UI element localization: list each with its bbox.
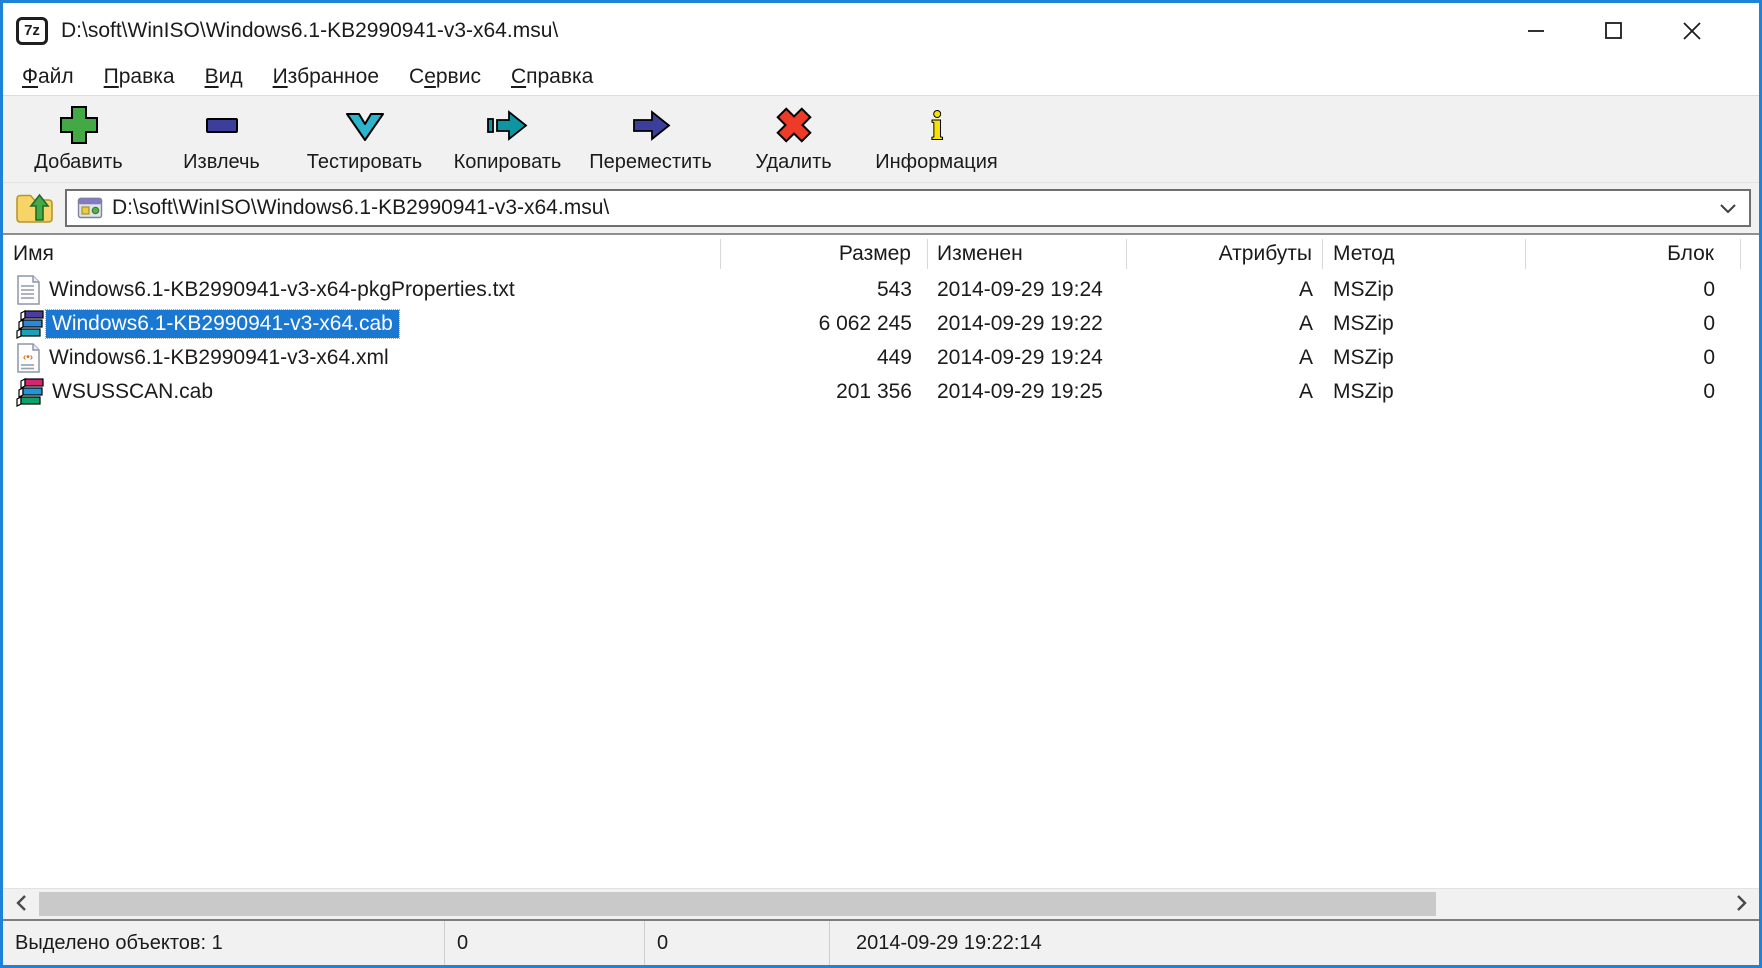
file-block: 0 xyxy=(1526,307,1741,341)
scroll-right-icon xyxy=(1736,894,1747,915)
list-empty-area xyxy=(3,409,1759,888)
file-size: 543 xyxy=(721,273,928,307)
menu-favorites[interactable]: Избранное xyxy=(258,60,394,94)
app-logo-7z-icon: 7z xyxy=(16,17,48,45)
file-size: 449 xyxy=(721,341,928,375)
file-attributes: A xyxy=(1127,307,1323,341)
file-modified: 2014-09-29 19:24 xyxy=(928,341,1127,375)
file-modified: 2014-09-29 19:24 xyxy=(928,273,1127,307)
copy-arrow-icon xyxy=(486,105,530,147)
table-row[interactable]: ‹•› Windows6.1-KB2990941-v3-x64.xml 449 … xyxy=(3,341,1759,375)
add-plus-icon xyxy=(57,105,101,147)
horizontal-scrollbar[interactable] xyxy=(3,888,1759,919)
extract-minus-icon xyxy=(200,105,244,147)
file-attributes: A xyxy=(1127,273,1323,307)
file-attributes: A xyxy=(1127,375,1323,409)
table-row[interactable]: Windows6.1-KB2990941-v3-x64-pkgPropertie… xyxy=(3,273,1759,307)
menu-help[interactable]: Справка xyxy=(496,60,608,94)
delete-x-icon xyxy=(772,105,816,147)
add-button[interactable]: Добавить xyxy=(7,98,150,180)
test-button[interactable]: Тестировать xyxy=(293,98,436,180)
file-method: MSZip xyxy=(1323,375,1526,409)
svg-text:‹•›: ‹•› xyxy=(23,352,33,363)
file-size: 6 062 245 xyxy=(721,307,928,341)
file-name: Windows6.1-KB2990941-v3-x64-pkgPropertie… xyxy=(43,276,521,304)
status-selected-objects: Выделено объектов: 1 xyxy=(3,921,444,965)
menu-view[interactable]: Вид xyxy=(190,60,258,94)
file-block: 0 xyxy=(1526,375,1741,409)
scroll-left-icon xyxy=(16,894,27,915)
file-list: Имя Размер Изменен Атрибуты Метод Блок W… xyxy=(3,235,1759,888)
file-name: WSUSSCAN.cab xyxy=(46,378,219,406)
column-header-attributes[interactable]: Атрибуты xyxy=(1127,239,1323,269)
status-value-1: 0 xyxy=(444,921,644,965)
address-path: D:\soft\WinISO\Windows6.1-KB2990941-v3-x… xyxy=(112,196,1711,220)
file-method: MSZip xyxy=(1323,273,1526,307)
cab-archive-icon xyxy=(16,309,44,339)
column-header-name[interactable]: Имя xyxy=(3,239,721,269)
info-button[interactable]: i Информация xyxy=(865,98,1008,180)
svg-text:i: i xyxy=(931,105,942,147)
close-icon xyxy=(1680,19,1704,43)
file-block: 0 xyxy=(1526,341,1741,375)
column-header-size[interactable]: Размер xyxy=(721,239,928,269)
window-controls xyxy=(1497,3,1759,58)
address-combobox[interactable]: D:\soft\WinISO\Windows6.1-KB2990941-v3-x… xyxy=(65,189,1751,227)
delete-button[interactable]: Удалить xyxy=(722,98,865,180)
table-row-selected[interactable]: Windows6.1-KB2990941-v3-x64.cab 6 062 24… xyxy=(3,307,1759,341)
table-row[interactable]: WSUSSCAN.cab 201 356 2014-09-29 19:25 A … xyxy=(3,375,1759,409)
parent-folder-button[interactable] xyxy=(11,187,57,229)
status-bar: Выделено объектов: 1 0 0 2014-09-29 19:2… xyxy=(3,919,1759,965)
menu-tools[interactable]: Сервис xyxy=(394,60,496,94)
title-bar: 7z D:\soft\WinISO\Windows6.1-KB2990941-v… xyxy=(3,3,1759,58)
file-modified: 2014-09-29 19:25 xyxy=(928,375,1127,409)
copy-button[interactable]: Копировать xyxy=(436,98,579,180)
file-name: Windows6.1-KB2990941-v3-x64.xml xyxy=(43,344,395,372)
file-size: 201 356 xyxy=(721,375,928,409)
minimize-icon xyxy=(1524,19,1548,43)
scroll-left-button[interactable] xyxy=(5,889,37,919)
file-modified: 2014-09-29 19:22 xyxy=(928,307,1127,341)
scroll-right-button[interactable] xyxy=(1725,889,1757,919)
text-file-icon xyxy=(16,275,41,305)
close-button[interactable] xyxy=(1653,3,1731,58)
list-header: Имя Размер Изменен Атрибуты Метод Блок xyxy=(3,235,1759,273)
msu-archive-icon xyxy=(77,195,103,221)
xml-file-icon: ‹•› xyxy=(16,343,41,373)
menu-file[interactable]: Файл xyxy=(7,60,89,94)
column-header-block[interactable]: Блок xyxy=(1526,239,1741,269)
maximize-button[interactable] xyxy=(1575,3,1653,58)
maximize-icon xyxy=(1602,19,1626,43)
toolbar: Добавить Извлечь Тестировать Копировать … xyxy=(3,95,1759,183)
file-name: Windows6.1-KB2990941-v3-x64.cab xyxy=(46,310,399,338)
column-header-modified[interactable]: Изменен xyxy=(928,239,1127,269)
status-value-2: 0 xyxy=(644,921,829,965)
address-bar: D:\soft\WinISO\Windows6.1-KB2990941-v3-x… xyxy=(3,183,1759,235)
move-button[interactable]: Переместить xyxy=(579,98,722,180)
column-header-method[interactable]: Метод xyxy=(1323,239,1526,269)
info-i-icon: i xyxy=(915,105,959,147)
app-window: 7z D:\soft\WinISO\Windows6.1-KB2990941-v… xyxy=(0,0,1762,968)
window-title: D:\soft\WinISO\Windows6.1-KB2990941-v3-x… xyxy=(61,19,558,43)
file-method: MSZip xyxy=(1323,307,1526,341)
scrollbar-thumb[interactable] xyxy=(39,892,1436,916)
test-check-icon xyxy=(343,105,387,147)
folder-up-icon xyxy=(14,189,54,228)
file-block: 0 xyxy=(1526,273,1741,307)
extract-button[interactable]: Извлечь xyxy=(150,98,293,180)
move-arrow-icon xyxy=(629,105,673,147)
menu-edit[interactable]: Правка xyxy=(89,60,190,94)
minimize-button[interactable] xyxy=(1497,3,1575,58)
cab-archive-icon xyxy=(16,377,44,407)
status-timestamp: 2014-09-29 19:22:14 xyxy=(829,921,1759,965)
file-attributes: A xyxy=(1127,341,1323,375)
file-method: MSZip xyxy=(1323,341,1526,375)
chevron-down-icon[interactable] xyxy=(1711,197,1739,219)
menu-bar: Файл Правка Вид Избранное Сервис Справка xyxy=(3,58,1759,95)
